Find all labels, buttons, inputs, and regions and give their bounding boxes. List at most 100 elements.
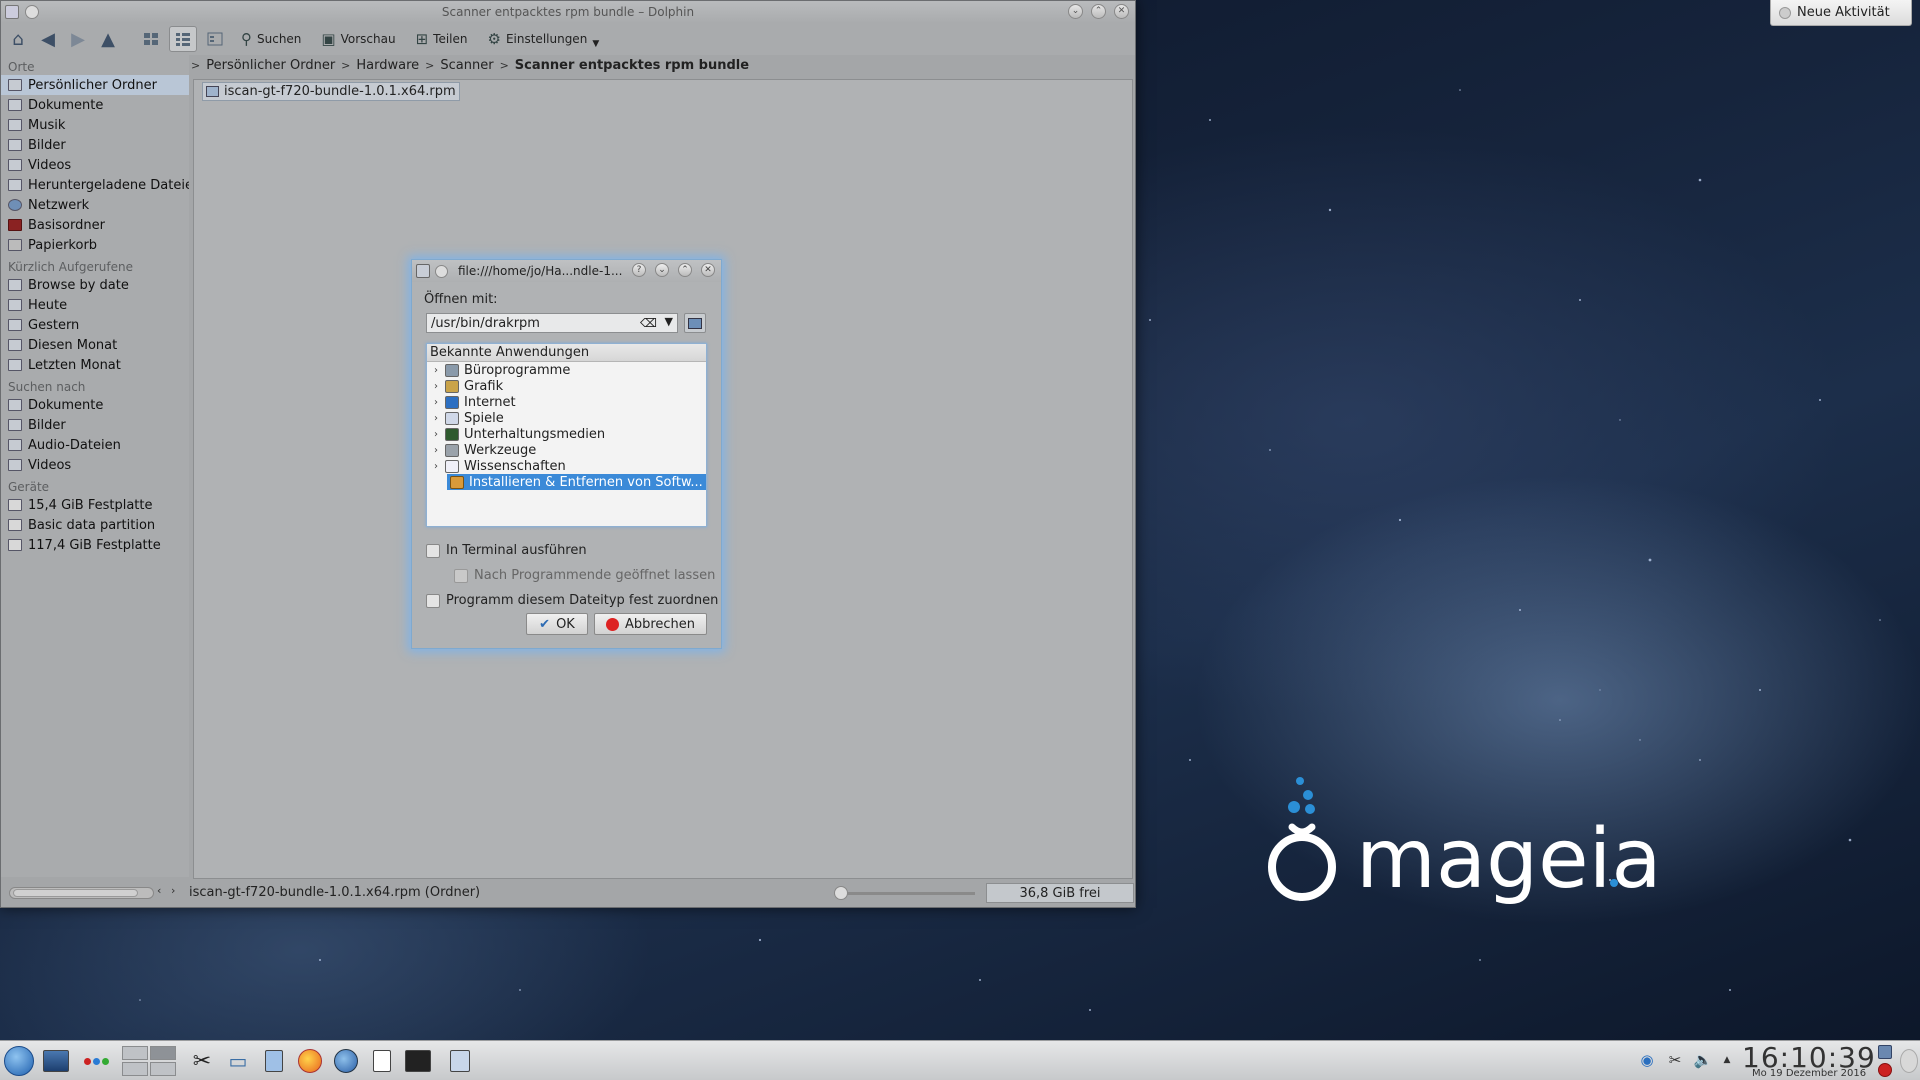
cancel-button[interactable]: Abbrechen <box>594 613 707 635</box>
preview-button[interactable]: ▣ Vorschau <box>313 26 403 52</box>
places-item[interactable]: Papierkorb <box>1 235 189 255</box>
desktop-4[interactable] <box>150 1062 176 1076</box>
breadcrumb-item[interactable]: Persönlicher Ordner <box>206 58 335 73</box>
task-dolphin-icon[interactable] <box>446 1047 474 1075</box>
places-item[interactable]: Bilder <box>1 415 189 435</box>
places-item[interactable]: Basic data partition <box>1 515 189 535</box>
desktop-3[interactable] <box>122 1062 148 1076</box>
dialog-maximize-button[interactable]: ⌃ <box>678 263 692 277</box>
minimize-button[interactable]: ⌄ <box>1068 4 1083 19</box>
dialog-pin-icon[interactable] <box>435 264 448 278</box>
expand-arrow-icon[interactable]: › <box>427 445 445 456</box>
clipboard-tray-icon[interactable]: ✂ <box>1666 1051 1684 1069</box>
icons-view-button[interactable] <box>137 26 165 52</box>
expand-arrow-icon[interactable]: › <box>427 413 445 424</box>
compact-view-button[interactable] <box>169 26 197 52</box>
clipboard-icon[interactable] <box>260 1047 288 1075</box>
dolphin-titlebar[interactable]: Scanner entpacktes rpm bundle – Dolphin … <box>1 1 1135 23</box>
forward-arrow-icon[interactable]: ▶ <box>65 26 91 52</box>
close-button[interactable]: ✕ <box>1114 4 1129 19</box>
places-item[interactable]: Letzten Monat <box>1 355 189 375</box>
settings-button[interactable]: ⚙ Einstellungen ▼ <box>480 26 608 52</box>
expand-arrow-icon[interactable]: › <box>427 429 445 440</box>
breadcrumb-separator-icon[interactable]: > <box>500 59 509 72</box>
tree-item-category[interactable]: › Büroprogramme <box>427 362 706 378</box>
tray-expand-icon[interactable]: ▲ <box>1718 1051 1736 1069</box>
breadcrumb-separator-icon[interactable]: > <box>191 59 200 72</box>
browse-button[interactable] <box>684 313 706 333</box>
file-item[interactable]: iscan-gt-f720-bundle-1.0.1.x64.rpm <box>202 82 460 101</box>
desktop-1[interactable] <box>122 1046 148 1060</box>
ok-button[interactable]: ✔ OK <box>526 613 588 635</box>
places-item[interactable]: Diesen Monat <box>1 335 189 355</box>
zoom-slider-handle[interactable] <box>834 886 848 900</box>
tree-item-category[interactable]: › Wissenschaften <box>427 458 706 474</box>
scrollbar-thumb[interactable] <box>13 889 138 897</box>
places-item[interactable]: Dokumente <box>1 395 189 415</box>
dialog-titlebar[interactable]: file:///home/jo/Ha...ndle-1... ? ⌄ ⌃ ✕ <box>412 260 721 282</box>
breadcrumb-item[interactable]: Hardware <box>356 58 419 73</box>
terminal-icon[interactable] <box>404 1047 432 1075</box>
places-item[interactable]: Musik <box>1 115 189 135</box>
back-arrow-icon[interactable]: ◀ <box>35 26 61 52</box>
application-launcher-icon[interactable] <box>4 1046 34 1076</box>
maximize-button[interactable]: ⌃ <box>1091 4 1106 19</box>
places-item[interactable]: Heute <box>1 295 189 315</box>
expand-arrow-icon[interactable]: › <box>427 365 445 376</box>
dialog-minimize-button[interactable]: ⌄ <box>655 263 669 277</box>
zoom-slider[interactable] <box>835 892 975 895</box>
expand-arrow-icon[interactable]: › <box>427 461 445 472</box>
lock-screen-icon[interactable] <box>1878 1045 1892 1059</box>
remember-association-checkbox[interactable] <box>426 593 440 608</box>
expand-arrow-icon[interactable]: › <box>427 397 445 408</box>
tree-item-category[interactable]: › Unterhaltungsmedien <box>427 426 706 442</box>
places-item[interactable]: Videos <box>1 155 189 175</box>
thunderbird-icon[interactable] <box>332 1047 360 1075</box>
places-item[interactable]: Gestern <box>1 315 189 335</box>
up-arrow-icon[interactable]: ▲ <box>95 26 121 52</box>
show-desktop-icon[interactable] <box>42 1047 70 1075</box>
known-applications-tree[interactable]: Bekannte Anwendungen › Büroprogramme › Graf… <box>426 343 707 527</box>
places-item[interactable]: Browse by date <box>1 275 189 295</box>
breadcrumb-item[interactable]: Scanner entpacktes rpm bundle <box>515 58 749 73</box>
tree-item-selected-app[interactable]: Installieren & Entfernen von Softw... <box>447 474 706 490</box>
tree-item-category[interactable]: › Spiele <box>427 410 706 426</box>
home-icon[interactable]: ⌂ <box>5 26 31 52</box>
scroll-left-arrow-icon[interactable]: ‹ <box>157 884 161 897</box>
breadcrumb-separator-icon[interactable]: > <box>425 59 434 72</box>
desktop-pager[interactable] <box>122 1046 176 1076</box>
tree-item-category[interactable]: › Internet <box>427 394 706 410</box>
file-manager-icon[interactable]: ▭ <box>224 1047 252 1075</box>
places-item[interactable]: Audio-Dateien <box>1 435 189 455</box>
clear-icon[interactable]: ⌫ <box>640 316 657 330</box>
share-button[interactable]: ⊞ Teilen <box>408 26 476 52</box>
volume-icon[interactable]: 🔈 <box>1694 1051 1713 1069</box>
breadcrumb-item[interactable]: Scanner <box>440 58 493 73</box>
places-item[interactable]: 15,4 GiB Festplatte <box>1 495 189 515</box>
details-view-button[interactable] <box>201 26 229 52</box>
terminal-checkbox[interactable] <box>426 543 440 558</box>
chevron-down-icon[interactable]: ▼ <box>665 315 673 328</box>
places-item[interactable]: Dokumente <box>1 95 189 115</box>
breadcrumb-separator-icon[interactable]: > <box>341 59 350 72</box>
places-item[interactable]: Bilder <box>1 135 189 155</box>
tree-item-category[interactable]: › Werkzeuge <box>427 442 706 458</box>
expand-arrow-icon[interactable]: › <box>427 381 445 392</box>
scroll-right-arrow-icon[interactable]: › <box>171 884 175 897</box>
text-editor-icon[interactable] <box>368 1047 396 1075</box>
tree-item-category[interactable]: › Grafik <box>427 378 706 394</box>
remember-association-checkbox-row[interactable]: Programm diesem Dateityp fest zuordnen <box>426 593 718 608</box>
places-item[interactable]: 117,4 GiB Festplatte <box>1 535 189 555</box>
help-button[interactable]: ? <box>632 263 646 277</box>
panel-toolbox-icon[interactable] <box>1900 1049 1918 1073</box>
places-item[interactable]: Persönlicher Ordner <box>1 75 189 95</box>
command-input[interactable]: /usr/bin/drakrpm ⌫ ▼ <box>426 313 678 333</box>
places-item[interactable]: Basisordner <box>1 215 189 235</box>
tools-icon[interactable]: ✂ <box>188 1047 216 1075</box>
firefox-icon[interactable] <box>296 1047 324 1075</box>
terminal-checkbox-row[interactable]: In Terminal ausführen <box>426 543 587 558</box>
places-item[interactable]: Heruntergeladene Dateien <box>1 175 189 195</box>
dialog-menu-icon[interactable] <box>416 264 430 278</box>
search-button[interactable]: ⚲ Suchen <box>233 26 309 52</box>
new-activity-button[interactable]: Neue Aktivität <box>1770 0 1912 26</box>
